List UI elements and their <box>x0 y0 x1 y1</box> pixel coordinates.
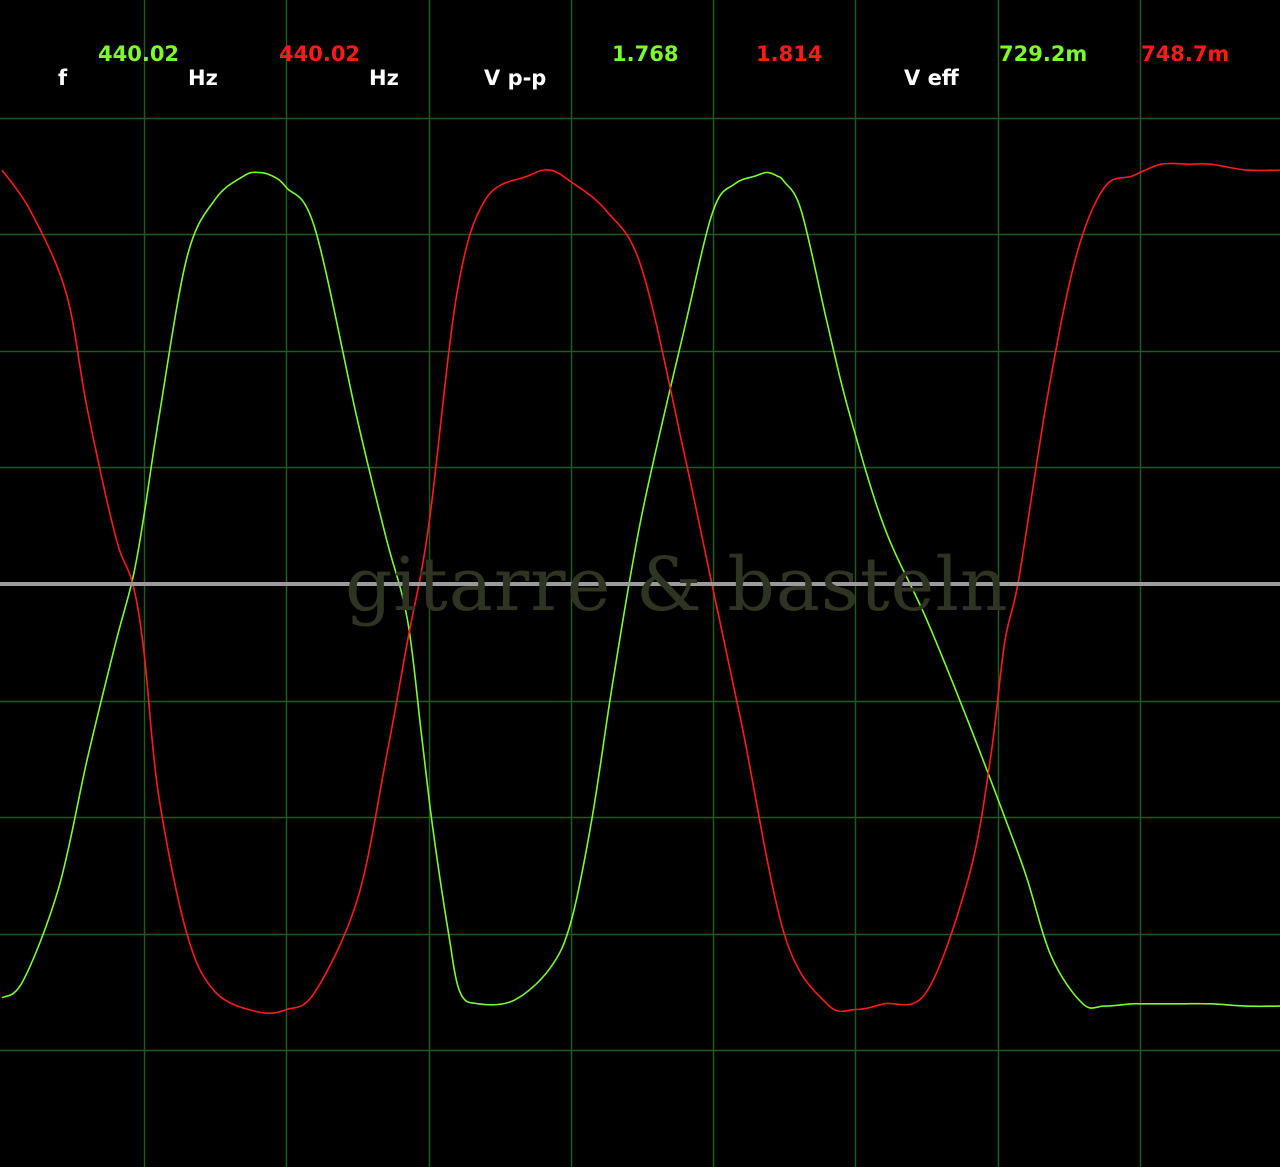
frequency-value-channel-a: 440.02 <box>98 42 180 66</box>
vpp-value-channel-b: 1.814 <box>756 42 823 66</box>
frequency-unit-channel-a: Hz <box>188 66 218 90</box>
frequency-label: f <box>58 66 68 90</box>
veff-label: V eff <box>904 66 959 90</box>
frequency-value-channel-b: 440.02 <box>279 42 361 66</box>
vpp-value-channel-a: 1.768 <box>612 42 679 66</box>
vpp-label: V p-p <box>484 66 547 90</box>
veff-value-channel-a: 729.2m <box>999 42 1088 66</box>
veff-value-channel-b: 748.7m <box>1141 42 1230 66</box>
watermark-text: gitarre & basteln <box>345 542 1009 628</box>
frequency-unit-channel-b: Hz <box>369 66 399 90</box>
